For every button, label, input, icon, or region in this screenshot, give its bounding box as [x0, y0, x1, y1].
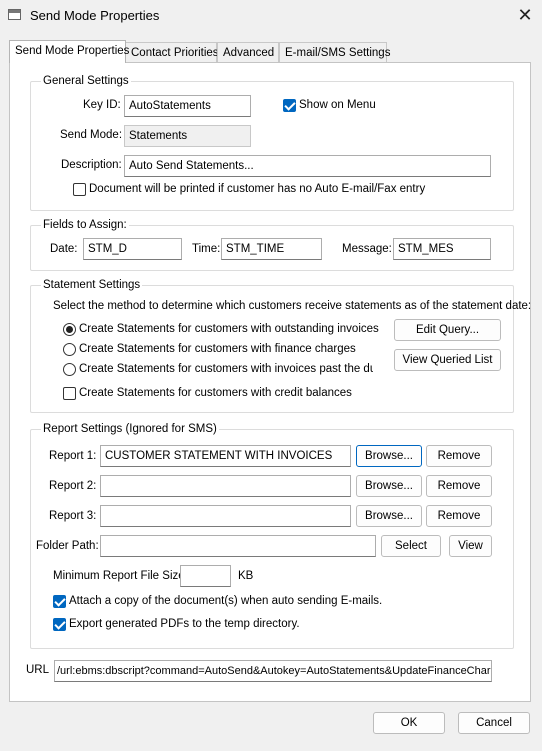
general-settings-group: General Settings Key ID: AutoStatements … [30, 74, 514, 211]
report-3-label: Report 3: [49, 510, 97, 522]
fields-to-assign-title: Fields to Assign: [41, 218, 129, 232]
folder-path-field[interactable] [100, 535, 376, 557]
folder-path-label: Folder Path: [36, 540, 99, 552]
key-id-label: Key ID: [83, 99, 121, 111]
export-pdfs-checkbox[interactable] [53, 618, 66, 631]
statement-settings-title: Statement Settings [41, 278, 143, 292]
general-settings-title: General Settings [41, 74, 131, 88]
export-pdfs-label: Export generated PDFs to the temp direct… [69, 618, 300, 630]
fields-to-assign-group: Fields to Assign: Date: STM_D Time: STM_… [30, 218, 514, 271]
past-due-label: Create Statements for customers with inv… [79, 363, 373, 375]
tab-send-mode-properties[interactable]: Send Mode Properties [9, 40, 129, 63]
report-2-browse-button[interactable]: Browse... [356, 475, 422, 497]
statement-instructions: Select the method to determine which cus… [53, 300, 532, 312]
attach-copy-checkbox[interactable] [53, 595, 66, 608]
min-size-field[interactable] [180, 565, 231, 587]
tab-email-sms-settings[interactable]: E-mail/SMS Settings [279, 42, 390, 62]
edit-query-button[interactable]: Edit Query... [394, 319, 501, 341]
report-2-remove-button[interactable]: Remove [426, 475, 492, 497]
tab-advanced[interactable]: Advanced [217, 42, 279, 62]
report-settings-title: Report Settings (Ignored for SMS) [41, 422, 219, 436]
date-label: Date: [50, 243, 78, 255]
outstanding-invoices-radio[interactable] [63, 323, 76, 336]
folder-select-button[interactable]: Select [381, 535, 441, 557]
description-field[interactable]: Auto Send Statements... [124, 155, 491, 177]
window-title: Send Mode Properties [30, 8, 160, 23]
window-app-icon [8, 9, 21, 20]
time-label: Time: [192, 243, 221, 255]
print-if-no-email-checkbox[interactable] [73, 183, 86, 196]
past-due-radio[interactable] [63, 363, 76, 376]
key-id-field[interactable]: AutoStatements [124, 95, 251, 117]
date-field[interactable]: STM_D [83, 238, 182, 260]
cancel-button[interactable]: Cancel [458, 712, 530, 734]
description-label: Description: [61, 159, 122, 171]
min-size-unit: KB [238, 570, 254, 582]
report-2-field[interactable] [100, 475, 351, 497]
tab-contact-priorities[interactable]: Contact Priorities [125, 42, 219, 62]
report-2-label: Report 2: [49, 480, 97, 492]
folder-view-button[interactable]: View [449, 535, 492, 557]
message-field[interactable]: STM_MES [393, 238, 491, 260]
tab-panel: General Settings Key ID: AutoStatements … [9, 62, 531, 702]
credit-balances-checkbox[interactable] [63, 387, 76, 400]
show-on-menu-checkbox[interactable] [283, 99, 296, 112]
print-if-no-email-label: Document will be printed if customer has… [89, 183, 426, 195]
report-1-remove-button[interactable]: Remove [426, 445, 492, 467]
report-1-browse-button[interactable]: Browse... [356, 445, 422, 467]
send-mode-label: Send Mode: [60, 129, 123, 141]
report-1-field[interactable]: CUSTOMER STATEMENT WITH INVOICES [100, 445, 351, 467]
statement-settings-group: Statement Settings Select the method to … [30, 278, 531, 413]
show-on-menu-label: Show on Menu [299, 99, 376, 111]
url-label: URL [26, 664, 50, 676]
report-3-field[interactable] [100, 505, 351, 527]
outstanding-invoices-label: Create Statements for customers with out… [79, 323, 379, 335]
title-bar: Send Mode Properties ✕ [0, 0, 542, 32]
report-1-label: Report 1: [49, 450, 97, 462]
ok-button[interactable]: OK [373, 712, 445, 734]
close-icon[interactable]: ✕ [514, 4, 536, 26]
attach-copy-label: Attach a copy of the document(s) when au… [69, 595, 383, 607]
report-settings-group: Report Settings (Ignored for SMS) Report… [30, 422, 514, 649]
send-mode-field: Statements [124, 125, 251, 147]
finance-charges-label: Create Statements for customers with fin… [79, 343, 356, 355]
view-queried-list-button[interactable]: View Queried List [394, 349, 501, 371]
message-label: Message: [342, 243, 392, 255]
time-field[interactable]: STM_TIME [221, 238, 322, 260]
min-size-label: Minimum Report File Size: [53, 570, 188, 582]
report-3-browse-button[interactable]: Browse... [356, 505, 422, 527]
url-field[interactable]: /url:ebms:dbscript?command=AutoSend&Auto… [54, 660, 492, 682]
credit-balances-label: Create Statements for customers with cre… [79, 387, 352, 399]
finance-charges-radio[interactable] [63, 343, 76, 356]
report-3-remove-button[interactable]: Remove [426, 505, 492, 527]
